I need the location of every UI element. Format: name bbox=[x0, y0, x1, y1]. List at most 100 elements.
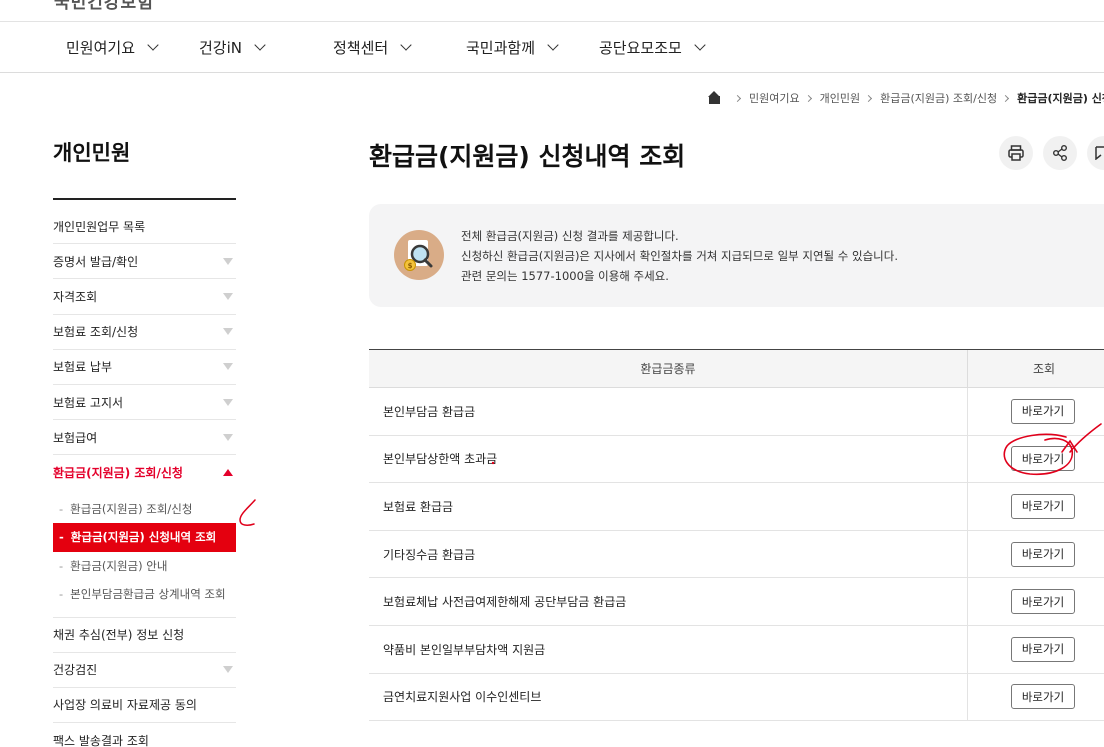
sidebar-item-label: 개인민원업무 목록 bbox=[53, 219, 146, 234]
nav-item-health-in[interactable]: 건강iN bbox=[199, 37, 266, 58]
sidebar-item-medical-consent[interactable]: 사업장 의료비 자료제공 동의 bbox=[53, 688, 236, 724]
breadcrumb-item[interactable]: 환급금(지원금) 조회/신청 bbox=[880, 90, 997, 106]
bookmark-icon bbox=[1095, 146, 1104, 160]
table-row: 본인부담금 환급금 바로가기 bbox=[369, 388, 1104, 436]
refund-table: 환급금종류 조회 본인부담금 환급금 바로가기 본인부담상한액 초과금 바로가기… bbox=[369, 349, 1104, 722]
sidebar-item-eligibility[interactable]: 자격조회 bbox=[53, 279, 236, 315]
refund-type-cell: 기타징수금 환급금 bbox=[369, 530, 968, 578]
go-button[interactable]: 바로가기 bbox=[1011, 589, 1075, 615]
chevron-down-icon bbox=[147, 39, 159, 51]
sidebar-item-label: 환급금(지원금) 조회/신청 bbox=[53, 466, 183, 481]
sidebar-item-label: 증명서 발급/확인 bbox=[53, 254, 139, 269]
go-button[interactable]: 바로가기 bbox=[1011, 493, 1075, 519]
sidebar-subitem-label: 환급금(지원금) 안내 bbox=[70, 558, 168, 573]
table-row: 약품비 본인일부부담차액 지원금 바로가기 bbox=[369, 625, 1104, 674]
nav-item-label: 민원여기요 bbox=[66, 39, 136, 57]
refund-type-cell: 본인부담상한액 초과금 bbox=[369, 435, 968, 483]
info-line: 관련 문의는 1577-1000을 이용해 주세요. bbox=[461, 269, 669, 283]
sidebar-subitem-refund-history[interactable]: - 환급금(지원금) 신청내역 조회 bbox=[53, 523, 236, 552]
breadcrumb-item[interactable]: 민원여기요 bbox=[749, 90, 800, 106]
nav-item-label: 공단요모조모 bbox=[599, 39, 682, 57]
triangle-down-icon bbox=[223, 257, 233, 265]
go-button[interactable]: 바로가기 bbox=[1011, 398, 1075, 424]
refund-type-cell: 보험료 환급금 bbox=[369, 483, 968, 530]
triangle-down-icon bbox=[223, 328, 233, 336]
info-line: 신청하신 환급금(지원금)은 지사에서 확인절차를 거쳐 지급되므로 일부 지연… bbox=[461, 249, 898, 263]
annotation-mark-sidebar bbox=[239, 499, 256, 526]
chevron-down-icon bbox=[254, 39, 266, 51]
sidebar-subitem-refund-apply[interactable]: - 환급금(지원금) 조회/신청 bbox=[53, 495, 236, 524]
refund-type-cell: 본인부담금 환급금 bbox=[369, 388, 968, 435]
sidebar-subitem-label: 환급금(지원금) 신청내역 조회 bbox=[70, 530, 217, 545]
nav-item-policy[interactable]: 정책센터 bbox=[333, 37, 412, 58]
search-money-icon: $ bbox=[394, 230, 444, 280]
table-row: 보험료 환급금 바로가기 bbox=[369, 483, 1104, 531]
sidebar-item-label: 건강검진 bbox=[53, 663, 98, 678]
sidebar-item-refund[interactable]: 환급금(지원금) 조회/신청 bbox=[53, 455, 236, 490]
sidebar-subitem-label: 환급금(지원금) 조회/신청 bbox=[70, 501, 193, 516]
chevron-right-icon bbox=[804, 94, 812, 102]
chevron-right-icon bbox=[1002, 94, 1010, 102]
nav-item-minwon[interactable]: 민원여기요 bbox=[66, 37, 159, 58]
chevron-down-icon bbox=[547, 39, 559, 51]
triangle-down-icon bbox=[223, 666, 233, 674]
refund-type-cell: 금연치료지원사업 이수인센티브 bbox=[369, 673, 968, 721]
sidebar-menu: 개인민원업무 목록 증명서 발급/확인 자격조회 보험료 조회/신청 보험료 납… bbox=[53, 209, 236, 747]
print-button[interactable] bbox=[999, 136, 1033, 170]
breadcrumb-item[interactable]: 개인민원 bbox=[820, 90, 860, 106]
sidebar-submenu: - 환급금(지원금) 조회/신청 - 환급금(지원금) 신청내역 조회 - 환급금(지… bbox=[53, 491, 236, 618]
go-button[interactable]: 바로가기 bbox=[1011, 636, 1075, 662]
refund-type-cell: 보험료체납 사전급여제한해제 공단부담금 환급금 bbox=[369, 578, 968, 625]
dash-icon: - bbox=[59, 558, 64, 573]
sidebar-item-label: 채권 추심(전부) 정보 신청 bbox=[53, 628, 185, 643]
dash-icon: - bbox=[59, 587, 64, 602]
sidebar-item-premium-payment[interactable]: 보험료 납부 bbox=[53, 350, 236, 385]
table-row: 보험료체납 사전급여제한해제 공단부담금 환급금 바로가기 bbox=[369, 578, 1104, 626]
go-button[interactable]: 바로가기 bbox=[1011, 446, 1075, 472]
table-row: 기타징수금 환급금 바로가기 bbox=[369, 530, 1104, 579]
triangle-up-icon bbox=[223, 469, 233, 477]
sidebar-item-premium-inquiry[interactable]: 보험료 조회/신청 bbox=[53, 315, 236, 350]
table-row: 본인부담상한액 초과금 바로가기 bbox=[369, 435, 1104, 484]
nav-item-label: 정책센터 bbox=[333, 39, 389, 57]
go-button[interactable]: 바로가기 bbox=[1011, 684, 1075, 710]
sidebar-subitem-refund-guide[interactable]: - 환급금(지원금) 안내 bbox=[53, 552, 236, 581]
sidebar-item-premium-notice[interactable]: 보험료 고지서 bbox=[53, 385, 236, 421]
print-icon bbox=[1008, 145, 1024, 161]
sidebar-subitem-label: 본인부담금환급금 상계내역 조회 bbox=[70, 587, 226, 602]
dash-icon: - bbox=[59, 530, 64, 545]
go-button[interactable]: 바로가기 bbox=[1011, 541, 1075, 567]
sidebar-item-certificates[interactable]: 증명서 발급/확인 bbox=[53, 244, 236, 280]
nav-item-label: 국민과함께 bbox=[466, 39, 536, 57]
sidebar-item-checkup[interactable]: 건강검진 bbox=[53, 653, 236, 688]
share-button[interactable] bbox=[1043, 136, 1077, 170]
triangle-down-icon bbox=[223, 292, 233, 300]
table-header-row: 환급금종류 조회 bbox=[369, 350, 1104, 388]
breadcrumb: 민원여기요 개인민원 환급금(지원금) 조회/신청 환급금(지원금) 신청내역 … bbox=[708, 90, 1104, 106]
sidebar-item-debt-collection[interactable]: 채권 추심(전부) 정보 신청 bbox=[53, 618, 236, 653]
brand-logo-text[interactable]: 국민건강보험 bbox=[54, 0, 154, 13]
sidebar-item-label: 보험급여 bbox=[53, 430, 98, 445]
sidebar-divider bbox=[53, 198, 236, 200]
chevron-right-icon bbox=[865, 94, 873, 102]
sidebar-item-service-list[interactable]: 개인민원업무 목록 bbox=[53, 209, 236, 245]
chevron-right-icon bbox=[733, 94, 742, 102]
info-text: 전체 환급금(지원금) 신청 결과를 제공합니다. 신청하신 환급금(지원금)은… bbox=[461, 226, 898, 286]
triangle-down-icon bbox=[223, 398, 233, 406]
sidebar-subitem-offset-history[interactable]: - 본인부담금환급금 상계내역 조회 bbox=[53, 580, 236, 609]
nav-item-with-people[interactable]: 국민과함께 bbox=[466, 37, 559, 58]
chevron-down-icon bbox=[400, 39, 412, 51]
sidebar-item-label: 보험료 조회/신청 bbox=[53, 325, 139, 340]
triangle-down-icon bbox=[223, 363, 233, 371]
sidebar-item-benefits[interactable]: 보험급여 bbox=[53, 420, 236, 456]
sidebar-item-label: 팩스 발송결과 조회 bbox=[53, 734, 149, 747]
sidebar-item-label: 보험료 고지서 bbox=[53, 395, 124, 410]
bookmark-button[interactable] bbox=[1087, 136, 1104, 170]
global-nav: 민원여기요 건강iN 정책센터 국민과함께 공단요모조모 bbox=[0, 22, 1104, 73]
sidebar-item-label: 자격조회 bbox=[53, 289, 98, 304]
svg-text:$: $ bbox=[408, 262, 413, 270]
home-icon[interactable] bbox=[708, 91, 721, 104]
nav-item-about[interactable]: 공단요모조모 bbox=[599, 37, 706, 58]
sidebar-item-fax-result[interactable]: 팩스 발송결과 조회 bbox=[53, 723, 236, 747]
column-header-inquiry: 조회 bbox=[1033, 362, 1056, 376]
